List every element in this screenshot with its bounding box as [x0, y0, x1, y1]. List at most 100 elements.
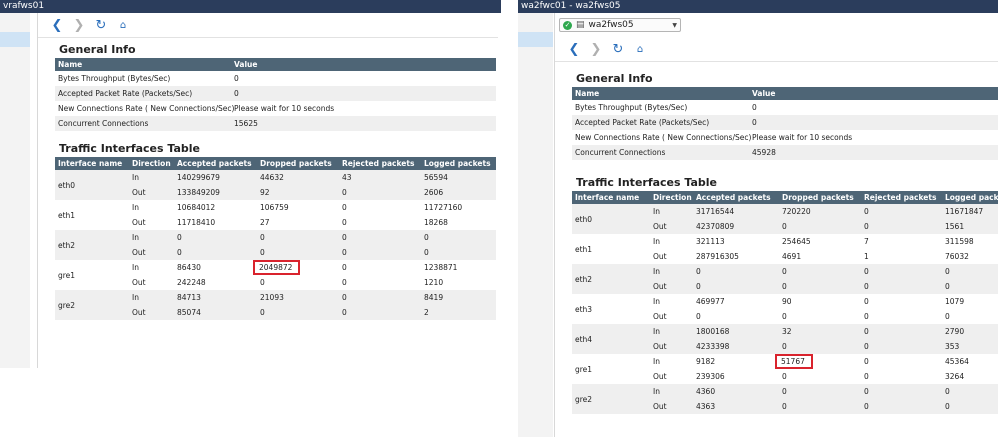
accepted-packets: 242248	[177, 278, 206, 287]
accepted-packets: 0	[174, 230, 257, 245]
table-row: eth0 In 31716544 720220 0 11671847	[572, 204, 998, 234]
highlighted-dropped-packets: 51767	[775, 354, 813, 369]
device-bar: ✓ ▤ wa2fws05 ▼	[555, 13, 998, 37]
dropped-packets: 2049872	[253, 260, 339, 275]
interface-group: eth2 In 0 0 0 0 Out 0 0 0 0	[572, 264, 998, 294]
dropped-packets: 106759	[260, 203, 289, 212]
rejected-packets: 0	[864, 357, 869, 366]
logged-packets: 0	[942, 279, 998, 294]
left-selected-item[interactable]	[0, 32, 30, 47]
info-row: Concurrent Connections 45928	[572, 145, 998, 160]
dropped-packets: 0	[779, 384, 861, 399]
logged-packets: 0	[942, 264, 998, 279]
accepted-packets: 4360	[693, 384, 779, 399]
logged-packets: 353	[942, 339, 998, 354]
accepted-packets: 0	[693, 264, 779, 279]
info-row: Accepted Packet Rate (Packets/Sec) 0	[572, 115, 998, 130]
accepted-packets: 0	[693, 279, 779, 294]
left-general-info-table: Name Value Bytes Throughput (Bytes/Sec) 0…	[55, 58, 496, 131]
forward-icon[interactable]: ❯	[68, 18, 90, 33]
accepted-packets: 0	[174, 245, 257, 260]
info-name: New Connections Rate ( New Connections/S…	[58, 104, 235, 113]
highlighted-dropped-packets: 2049872	[253, 260, 301, 275]
check-circle-icon: ✓	[563, 20, 572, 30]
refresh-icon[interactable]: ↻	[607, 42, 629, 57]
interface-name: eth1	[58, 210, 76, 220]
left-traffic-title: Traffic Interfaces Table	[59, 142, 201, 155]
info-value: 0	[231, 86, 496, 101]
home-icon[interactable]: ⌂	[112, 20, 134, 31]
back-icon[interactable]: ❮	[563, 42, 585, 57]
direction: Out	[650, 219, 693, 234]
info-value: Please wait for 10 seconds	[752, 133, 853, 142]
interface-name: gre1	[575, 364, 593, 374]
rejected-packets: 0	[339, 185, 421, 200]
accepted-packets: 1800168	[693, 324, 779, 339]
info-name: Accepted Packet Rate (Packets/Sec)	[572, 115, 749, 130]
ti-header-accepted: Accepted packets	[174, 157, 257, 170]
dropped-packets: 254645	[782, 237, 811, 246]
interface-name: eth0	[55, 170, 129, 200]
forward-icon[interactable]: ❯	[585, 42, 607, 57]
right-selected-item[interactable]	[518, 32, 553, 47]
accepted-packets: 86430	[177, 263, 201, 272]
direction: Out	[129, 305, 174, 320]
dropped-packets: 0	[779, 399, 861, 414]
home-icon[interactable]: ⌂	[629, 44, 651, 55]
direction: In	[653, 237, 660, 246]
ti-header-dropped: Dropped packets	[779, 191, 861, 204]
logged-packets: 45364	[945, 357, 969, 366]
direction: Out	[132, 278, 146, 287]
rejected-packets: 0	[342, 203, 347, 212]
dropped-packets: 90	[782, 297, 792, 306]
ti-header-interface: Interface name	[55, 157, 129, 170]
logged-packets: 2	[421, 305, 496, 320]
accepted-packets: 9182	[696, 357, 716, 366]
left-nav-toolbar: ❮ ❯ ↻ ⌂	[38, 13, 498, 38]
accepted-packets: 42370809	[693, 219, 779, 234]
right-traffic-title: Traffic Interfaces Table	[576, 176, 718, 189]
ti-header-accepted: Accepted packets	[693, 191, 779, 204]
info-name: Bytes Throughput (Bytes/Sec)	[58, 74, 171, 83]
left-side-panel	[0, 13, 30, 368]
direction: Out	[129, 245, 174, 260]
dropped-packets: 0	[257, 305, 339, 320]
chevron-down-icon: ▼	[672, 21, 677, 29]
table-row: gre2 In 84713 21093 0 8419	[55, 290, 496, 320]
rejected-packets: 0	[861, 339, 942, 354]
logged-packets: 0	[421, 245, 496, 260]
table-row: eth4 In 1800168 32 0 2790	[572, 324, 998, 354]
direction: In	[132, 203, 139, 212]
info-name: New Connections Rate ( New Connections/S…	[575, 133, 752, 142]
ti-header-logged: Logged packets	[421, 157, 496, 170]
accepted-packets: 4233398	[693, 339, 779, 354]
ti-header-direction: Direction	[650, 191, 693, 204]
device-select[interactable]: ✓ ▤ wa2fws05 ▼	[559, 18, 681, 32]
accepted-packets: 31716544	[693, 204, 779, 219]
ti-header-dropped: Dropped packets	[257, 157, 339, 170]
right-window-title: wa2fwc01 - wa2fws05	[518, 0, 998, 13]
logged-packets: 76032	[945, 252, 969, 261]
interface-name: eth3	[575, 304, 593, 314]
logged-packets: 311598	[945, 237, 974, 246]
info-row: Bytes Throughput (Bytes/Sec) 0	[55, 71, 496, 86]
direction: In	[650, 324, 693, 339]
rejected-packets: 0	[861, 219, 942, 234]
dropped-packets: 27	[260, 218, 270, 227]
accepted-packets: 321113	[696, 237, 725, 246]
refresh-icon[interactable]: ↻	[90, 18, 112, 33]
accepted-packets: 84713	[174, 290, 257, 305]
gi-header-name: Name	[55, 58, 231, 71]
info-name: Concurrent Connections	[572, 145, 749, 160]
logged-packets: 8419	[421, 290, 496, 305]
logged-packets: 11727160	[424, 203, 463, 212]
table-row: eth0 In 140299679 44632 43 56594	[55, 170, 496, 200]
rejected-packets: 7	[864, 237, 869, 246]
gi-header-value: Value	[749, 87, 998, 100]
right-content: ✓ ▤ wa2fws05 ▼ ❮ ❯ ↻ ⌂ General Info Name…	[554, 13, 998, 437]
rejected-packets: 0	[339, 290, 421, 305]
info-row: New Connections Rate ( New Connections/S…	[55, 101, 496, 116]
back-icon[interactable]: ❮	[46, 18, 68, 33]
dropped-packets: 0	[260, 278, 265, 287]
direction: In	[653, 297, 660, 306]
